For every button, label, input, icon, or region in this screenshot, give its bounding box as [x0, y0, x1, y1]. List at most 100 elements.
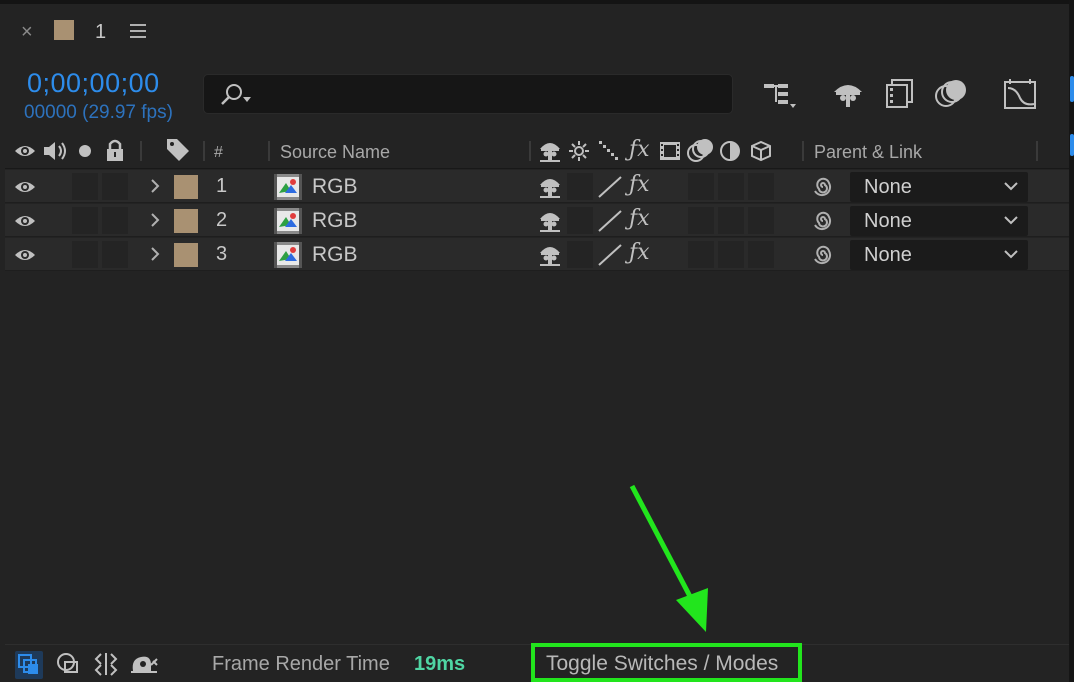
eye-icon[interactable] [13, 211, 37, 231]
motion-blur-switch[interactable] [718, 173, 744, 200]
source-name-header[interactable]: Source Name [280, 142, 390, 163]
column-separator[interactable] [140, 141, 142, 161]
scroll-indicator[interactable] [1070, 134, 1074, 156]
parent-link-header[interactable]: Parent & Link [814, 142, 922, 163]
table-row[interactable]: 1 RGB ƒx None [5, 170, 1069, 203]
frame-blend-switch[interactable] [688, 207, 714, 234]
label-color-swatch[interactable] [174, 209, 198, 233]
column-separator[interactable] [529, 141, 531, 161]
composition-swatch [54, 20, 74, 40]
audio-icon[interactable] [42, 139, 70, 163]
label-color-swatch[interactable] [174, 175, 198, 199]
chevron-right-icon[interactable] [149, 245, 161, 263]
shy-layers-icon[interactable] [830, 78, 866, 110]
label-color-swatch[interactable] [174, 243, 198, 267]
collapse-switch[interactable] [567, 173, 593, 200]
quality-icon[interactable] [598, 140, 620, 162]
composition-tab-name[interactable]: 1 [95, 21, 106, 44]
parent-dropdown-value: None [864, 244, 912, 266]
effects-icon[interactable]: ƒx [629, 137, 650, 162]
quality-icon[interactable] [597, 175, 623, 199]
footage-icon [274, 242, 302, 268]
parent-dropdown[interactable]: None [850, 172, 1028, 202]
eye-icon[interactable] [13, 245, 37, 265]
search-icon[interactable] [218, 83, 254, 107]
timeline-panel: × 1 0;00;00;00 00000 (29.97 fps) # Sourc… [0, 0, 1074, 682]
graph-editor-icon[interactable] [1002, 78, 1038, 110]
parent-dropdown-value: None [864, 176, 912, 198]
eye-icon[interactable] [13, 177, 37, 197]
shy-icon[interactable] [538, 139, 562, 163]
scroll-indicator[interactable] [1070, 76, 1074, 102]
lock-switch[interactable] [102, 173, 128, 200]
parent-dropdown[interactable]: None [850, 240, 1028, 270]
pickwhip-icon[interactable] [811, 243, 835, 267]
layer-switches-pane-icon[interactable] [15, 651, 43, 679]
layer-source-name[interactable]: RGB [312, 175, 358, 199]
3d-layer-icon[interactable] [750, 140, 772, 162]
eye-icon[interactable] [13, 141, 37, 161]
arrow-annotation [629, 484, 708, 632]
panel-top-border [0, 0, 1074, 4]
3d-layer-switch[interactable] [748, 173, 774, 200]
pickwhip-icon[interactable] [811, 175, 835, 199]
layer-number-header[interactable]: # [214, 144, 223, 162]
layer-source-name[interactable]: RGB [312, 209, 358, 233]
in-out-duration-pane-icon[interactable] [93, 651, 119, 677]
collapse-switch[interactable] [567, 241, 593, 268]
lock-icon[interactable] [105, 138, 125, 162]
chevron-right-icon[interactable] [149, 211, 161, 229]
quality-icon[interactable] [597, 209, 623, 233]
3d-layer-switch[interactable] [748, 207, 774, 234]
shy-icon[interactable] [538, 243, 562, 267]
column-separator[interactable] [203, 141, 205, 161]
render-time-pane-icon[interactable] [129, 651, 159, 675]
current-time-display[interactable]: 0;00;00;00 [27, 68, 160, 99]
motion-blur-switch[interactable] [718, 207, 744, 234]
search-input[interactable] [254, 81, 714, 107]
frame-blend-switch[interactable] [688, 241, 714, 268]
lock-switch[interactable] [102, 241, 128, 268]
effects-icon[interactable]: ƒx [629, 172, 650, 197]
footage-icon [274, 174, 302, 200]
composition-flowchart-icon[interactable] [762, 78, 798, 110]
lock-switch[interactable] [102, 207, 128, 234]
layer-search[interactable] [203, 74, 733, 114]
frame-blend-icon[interactable] [659, 140, 681, 162]
table-row[interactable]: 2 RGB ƒx None [5, 204, 1069, 237]
quality-icon[interactable] [597, 243, 623, 267]
parent-dropdown[interactable]: None [850, 206, 1028, 236]
layer-number: 2 [216, 209, 228, 231]
shy-icon[interactable] [538, 175, 562, 199]
solo-icon[interactable] [78, 144, 92, 158]
motion-blur-icon[interactable] [934, 78, 970, 110]
table-row[interactable]: 3 RGB ƒx None [5, 238, 1069, 271]
motion-blur-switch-icon[interactable] [687, 137, 715, 163]
pickwhip-icon[interactable] [811, 209, 835, 233]
frame-blend-switch[interactable] [688, 173, 714, 200]
collapse-icon[interactable] [568, 140, 590, 162]
effects-icon[interactable]: ƒx [629, 240, 650, 265]
close-icon[interactable]: × [21, 22, 33, 42]
solo-switch[interactable] [72, 241, 98, 268]
shy-icon[interactable] [538, 209, 562, 233]
column-separator[interactable] [802, 141, 804, 161]
motion-blur-switch[interactable] [718, 241, 744, 268]
adjustment-icon[interactable] [719, 140, 741, 162]
layer-source-name[interactable]: RGB [312, 243, 358, 267]
effects-icon[interactable]: ƒx [629, 206, 650, 231]
layer-column-header: # Source Name ƒx Parent & Link [5, 133, 1069, 169]
toggle-switches-modes-label: Toggle Switches / Modes [546, 652, 779, 675]
label-tag-icon[interactable] [165, 137, 191, 163]
column-separator[interactable] [268, 141, 270, 161]
menu-icon[interactable] [130, 24, 146, 38]
column-separator[interactable] [1036, 141, 1038, 161]
solo-switch[interactable] [72, 173, 98, 200]
frame-blending-icon[interactable] [882, 78, 918, 110]
chevron-right-icon[interactable] [149, 177, 161, 195]
transfer-controls-pane-icon[interactable] [55, 651, 83, 677]
toggle-switches-modes-button[interactable]: Toggle Switches / Modes [531, 643, 802, 682]
solo-switch[interactable] [72, 207, 98, 234]
3d-layer-switch[interactable] [748, 241, 774, 268]
collapse-switch[interactable] [567, 207, 593, 234]
